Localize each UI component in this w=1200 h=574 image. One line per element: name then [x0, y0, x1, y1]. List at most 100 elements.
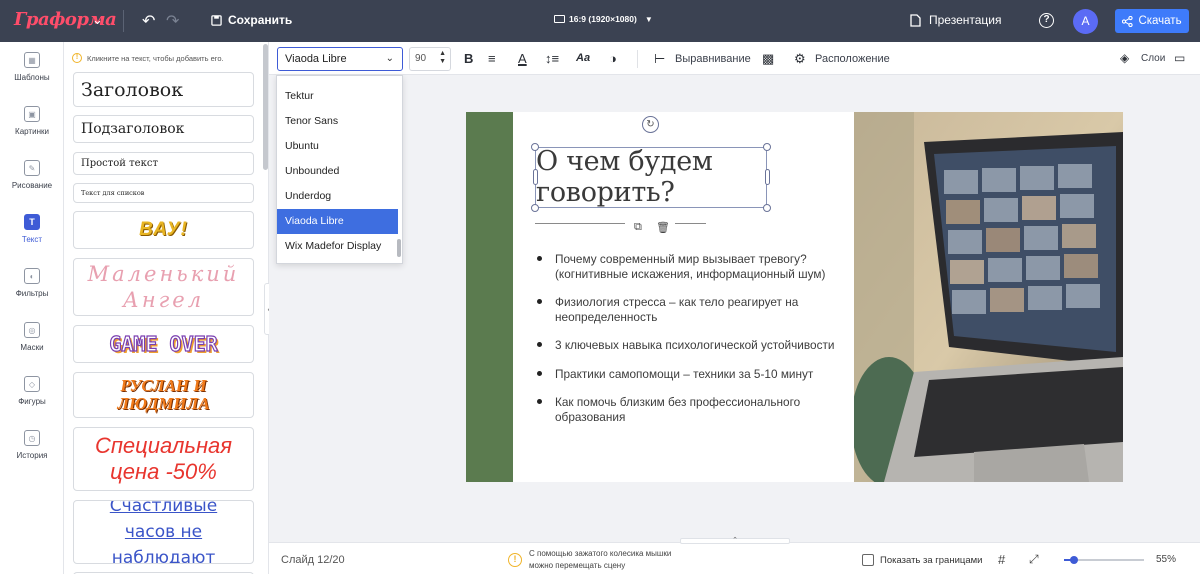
duplicate-icon[interactable]: ⧉	[634, 221, 642, 234]
layers-icon[interactable]: ◈	[1120, 51, 1129, 65]
panel-scrollbar[interactable]	[263, 44, 268, 170]
text-style-ruslan[interactable]: Руслан и Людмила	[73, 372, 254, 418]
divider	[675, 223, 706, 224]
checkbox[interactable]	[862, 554, 874, 566]
redo-icon[interactable]: ↷	[166, 11, 179, 31]
font-family-dropdown: Tektur Tenor Sans Ubuntu Unbounded Under…	[276, 75, 403, 264]
rail-label: Маски	[20, 343, 44, 352]
ratio-icon	[554, 15, 565, 23]
save-icon	[211, 14, 222, 26]
transparency-icon[interactable]: ▩	[762, 51, 774, 67]
zoom-value: 55%	[1156, 554, 1177, 565]
bullet-item: Практики самопомощи – техники за 5-10 ми…	[537, 367, 847, 382]
letter-spacing-icon[interactable]: Aa	[576, 52, 590, 64]
show-outside-toggle[interactable]: Показать за границами	[862, 554, 982, 566]
font-size-input[interactable]: 90 ▲ ▼	[409, 47, 451, 71]
text-style-list[interactable]: Текст для списков	[73, 183, 254, 203]
font-size-value: 90	[415, 53, 427, 64]
panel-hint: ! Кликните на текст, чтобы добавить его.	[72, 53, 224, 63]
rail-label: Рисование	[11, 181, 53, 190]
divider	[535, 223, 625, 224]
caret-down-icon: ▼	[644, 14, 653, 24]
text-style-label: Счастливые часов не наблюдают	[109, 500, 218, 564]
bullet-list[interactable]: Почему современный мир вызывает тревогу?…	[537, 252, 847, 424]
zoom-handle[interactable]	[1069, 556, 1078, 564]
rail-item-drawing[interactable]: ✎ Рисование	[0, 160, 64, 190]
fit-screen-icon[interactable]: ⤢	[1029, 552, 1039, 567]
help-icon[interactable]: ?	[1039, 13, 1054, 28]
tool-rail: ▦ Шаблоны ▣ Картинки ✎ Рисование T Текст…	[0, 42, 64, 574]
text-style-subheading[interactable]: Подзаголовок	[73, 115, 254, 143]
comment-icon[interactable]: ▭	[1174, 51, 1185, 65]
font-option[interactable]: Ubuntu	[277, 134, 398, 159]
font-option[interactable]: Tenor Sans	[277, 109, 398, 134]
rail-label: Картинки	[15, 127, 49, 136]
undo-icon[interactable]: ↶	[142, 11, 155, 31]
presentation-label: Презентация	[929, 13, 1002, 27]
align-label[interactable]: Выравнивание	[675, 53, 751, 65]
mouse-hint-text: С помощью зажатого колесика мышки можно …	[529, 549, 672, 570]
aspect-ratio-select[interactable]: 16:9 (1920×1080) ▼	[554, 14, 653, 24]
slide-title[interactable]: О чем будем говорить?	[536, 146, 776, 208]
trash-icon[interactable]: 🗑	[656, 221, 670, 234]
font-option[interactable]: Wix Madefor Display	[277, 234, 398, 259]
grid-icon[interactable]: #	[998, 552, 1005, 567]
mouse-hint: ! С помощью зажатого колесика мышки можн…	[508, 548, 679, 572]
save-button[interactable]: Сохранить	[211, 13, 292, 27]
font-option-selected[interactable]: Viaoda Libre	[277, 209, 398, 234]
slide-counter: Слайд 12/20	[281, 554, 345, 566]
text-style-happy-hours[interactable]: Счастливые часов не наблюдают	[73, 500, 254, 564]
chevron-down-icon[interactable]: ⌄	[92, 12, 103, 28]
gear-icon[interactable]: ⚙	[794, 51, 806, 67]
rail-item-shapes[interactable]: ◇ Фигуры	[0, 376, 64, 406]
text-style-heading[interactable]: Заголовок	[73, 72, 254, 107]
font-option[interactable]: Unbounded	[277, 159, 398, 184]
text-style-wow[interactable]: ВАУ!	[73, 211, 254, 249]
opacity-icon[interactable]: ◑	[609, 51, 617, 66]
image-icon: ▣	[24, 106, 40, 122]
rail-item-images[interactable]: ▣ Картинки	[0, 106, 64, 136]
share-icon	[1122, 15, 1134, 27]
stepper-icon[interactable]: ▲ ▼	[439, 50, 446, 66]
bullet-item: Как помочь близким без профессионального…	[537, 395, 817, 424]
align-objects-icon[interactable]: ⊢	[654, 51, 665, 67]
align-left-icon[interactable]: ≡	[488, 51, 496, 66]
top-bar: Граформа ⌄ ↶ ↷ Сохранить 16:9 (1920×1080…	[0, 0, 1200, 42]
text-color-icon[interactable]: A	[518, 51, 527, 66]
expand-slides-button[interactable]: ⌃	[680, 537, 790, 544]
avatar[interactable]: A	[1073, 9, 1098, 34]
rail-item-history[interactable]: ◷ История	[0, 430, 64, 460]
font-option[interactable]: Underdog	[277, 184, 398, 209]
rail-item-filters[interactable]: ◐ Фильтры	[0, 268, 64, 298]
shapes-icon: ◇	[24, 376, 40, 392]
text-style-label: GAME OVER	[109, 331, 219, 356]
rotate-handle-icon[interactable]: ↻	[642, 116, 659, 133]
text-style-plain[interactable]: Простой текст	[73, 152, 254, 175]
text-style-label: Простой текст	[81, 158, 158, 169]
font-family-select[interactable]: Viaoda Libre ⌄	[277, 47, 403, 71]
rail-item-masks[interactable]: ◎ Маски	[0, 322, 64, 352]
chevron-down-icon: ⌄	[385, 53, 394, 64]
text-style-game-over[interactable]: GAME OVER	[73, 325, 254, 363]
document-icon	[910, 13, 921, 27]
presentation-button[interactable]: Презентация	[910, 13, 1002, 27]
laptop-photo	[854, 112, 1123, 482]
font-option[interactable]: Tektur	[277, 84, 398, 109]
layout-label[interactable]: Расположение	[815, 53, 890, 65]
text-style-special-price[interactable]: Специальная цена -50%	[73, 427, 254, 491]
rail-item-text[interactable]: T Текст	[0, 214, 64, 244]
bold-icon[interactable]: B	[464, 51, 473, 66]
text-style-label: Текст для списков	[81, 189, 145, 197]
rail-item-templates[interactable]: ▦ Шаблоны	[0, 52, 64, 82]
dropdown-scrollbar[interactable]	[397, 239, 401, 257]
zoom-slider[interactable]	[1064, 556, 1144, 564]
text-style-little-angel[interactable]: Маленький Ангел	[73, 258, 254, 316]
line-height-icon[interactable]: ↕≡	[545, 51, 559, 66]
rail-label: Текст	[21, 235, 43, 244]
layers-label[interactable]: Слои	[1141, 53, 1165, 64]
text-style-label: Специальная цена -50%	[94, 433, 233, 484]
font-family-value: Viaoda Libre	[285, 53, 347, 65]
rail-label: Фигуры	[18, 397, 46, 406]
download-button[interactable]: Скачать	[1115, 9, 1189, 33]
text-style-label: ВАУ!	[139, 219, 188, 240]
